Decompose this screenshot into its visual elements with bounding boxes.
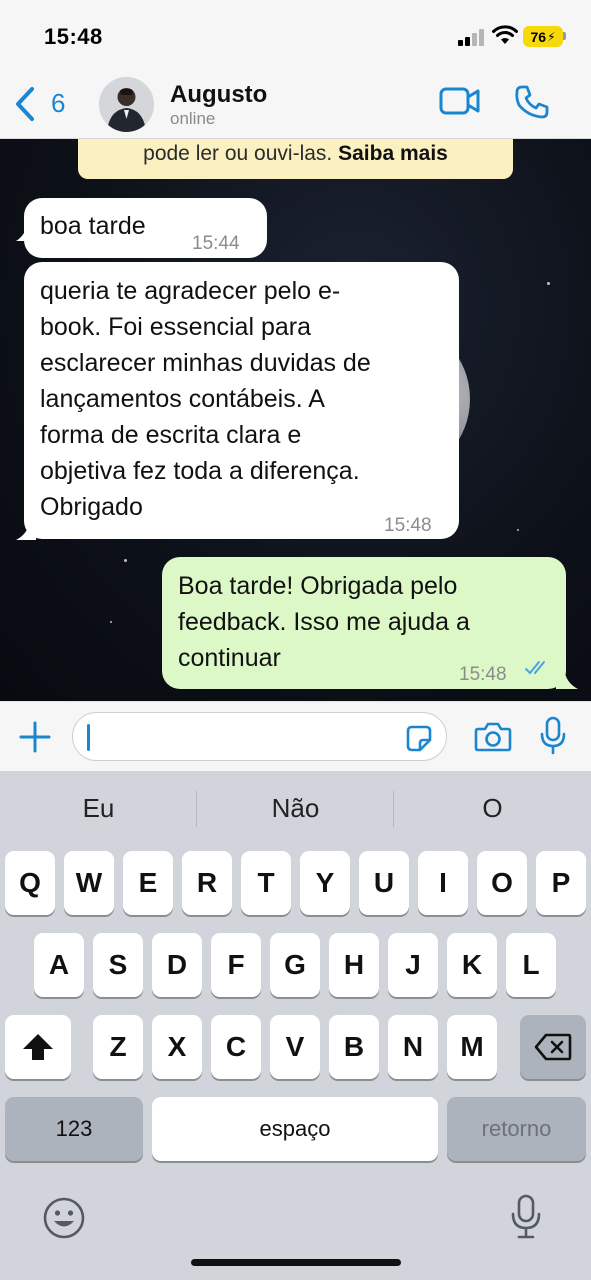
suggestion-item[interactable]: Não bbox=[197, 793, 394, 824]
wifi-icon bbox=[492, 25, 518, 44]
key-o[interactable]: O bbox=[477, 851, 527, 915]
emoji-icon[interactable] bbox=[42, 1196, 86, 1240]
home-indicator bbox=[191, 1259, 401, 1266]
backspace-icon bbox=[534, 1033, 572, 1061]
wallpaper-star bbox=[110, 621, 112, 623]
message-bubble-outgoing[interactable]: Boa tarde! Obrigada pelo feedback. Isso … bbox=[162, 557, 566, 689]
plus-icon[interactable] bbox=[18, 720, 52, 754]
key-h[interactable]: H bbox=[329, 933, 379, 997]
read-receipt-icon bbox=[525, 661, 545, 675]
message-line: feedback. Isso me ajuda a bbox=[178, 608, 470, 636]
wallpaper-star bbox=[547, 282, 550, 285]
message-time: 15:48 bbox=[384, 515, 432, 536]
notice-link[interactable]: Saiba mais bbox=[338, 142, 448, 165]
key-p[interactable]: P bbox=[536, 851, 586, 915]
battery-icon: 76 ⚡ bbox=[523, 26, 563, 47]
key-a[interactable]: A bbox=[34, 933, 84, 997]
shift-icon bbox=[23, 1034, 53, 1060]
back-unread-count[interactable]: 6 bbox=[51, 88, 65, 119]
contact-name[interactable]: Augusto bbox=[170, 81, 267, 109]
key-z[interactable]: Z bbox=[93, 1015, 143, 1079]
key-n[interactable]: N bbox=[388, 1015, 438, 1079]
text-caret bbox=[87, 724, 90, 751]
wallpaper-star bbox=[517, 529, 519, 531]
numbers-key[interactable]: 123 bbox=[5, 1097, 143, 1161]
message-bubble-incoming[interactable]: boa tarde 15:44 bbox=[24, 198, 267, 258]
suggestion-item[interactable]: Eu bbox=[0, 793, 197, 824]
key-t[interactable]: T bbox=[241, 851, 291, 915]
message-line: book. Foi essencial para bbox=[40, 313, 311, 341]
keyboard: Eu Não O Q W E R T Y U I O P A S D F G H… bbox=[0, 771, 591, 1280]
key-u[interactable]: U bbox=[359, 851, 409, 915]
message-line: lançamentos contábeis. A bbox=[40, 385, 325, 413]
battery-nub bbox=[563, 32, 566, 40]
predictive-bar: Eu Não O bbox=[0, 771, 591, 845]
key-s[interactable]: S bbox=[93, 933, 143, 997]
camera-icon[interactable] bbox=[474, 721, 512, 753]
return-key[interactable]: retorno bbox=[447, 1097, 586, 1161]
notice-text: pode ler ou ouvi-las. bbox=[143, 142, 333, 165]
key-w[interactable]: W bbox=[64, 851, 114, 915]
key-l[interactable]: L bbox=[506, 933, 556, 997]
message-time: 15:44 bbox=[192, 233, 240, 254]
chat-header: 6 Augusto online bbox=[0, 62, 591, 139]
message-line: objetiva fez toda a diferença. bbox=[40, 457, 360, 485]
key-k[interactable]: K bbox=[447, 933, 497, 997]
key-g[interactable]: G bbox=[270, 933, 320, 997]
microphone-icon[interactable] bbox=[539, 716, 567, 756]
key-c[interactable]: C bbox=[211, 1015, 261, 1079]
key-b[interactable]: B bbox=[329, 1015, 379, 1079]
composer-bar bbox=[0, 701, 591, 771]
back-chevron-icon[interactable] bbox=[14, 86, 36, 122]
message-line: queria te agradecer pelo e- bbox=[40, 277, 341, 305]
video-call-icon[interactable] bbox=[439, 86, 481, 116]
key-d[interactable]: D bbox=[152, 933, 202, 997]
dictation-microphone-icon[interactable] bbox=[510, 1194, 542, 1240]
contact-status: online bbox=[170, 109, 216, 128]
battery-level: 76 bbox=[530, 28, 547, 45]
status-time: 15:48 bbox=[44, 24, 103, 49]
key-j[interactable]: J bbox=[388, 933, 438, 997]
key-v[interactable]: V bbox=[270, 1015, 320, 1079]
space-key[interactable]: espaço bbox=[152, 1097, 438, 1161]
avatar[interactable] bbox=[99, 77, 154, 132]
key-r[interactable]: R bbox=[182, 851, 232, 915]
cellular-signal-icon bbox=[458, 28, 484, 46]
key-y[interactable]: Y bbox=[300, 851, 350, 915]
chat-area[interactable]: pode ler ou ouvi-las. Saiba mais boa tar… bbox=[0, 139, 591, 701]
key-m[interactable]: M bbox=[447, 1015, 497, 1079]
encryption-notice[interactable]: pode ler ou ouvi-las. Saiba mais bbox=[78, 139, 513, 179]
message-bubble-incoming[interactable]: queria te agradecer pelo e- book. Foi es… bbox=[24, 262, 459, 539]
suggestion-item[interactable]: O bbox=[394, 793, 591, 824]
key-x[interactable]: X bbox=[152, 1015, 202, 1079]
key-i[interactable]: I bbox=[418, 851, 468, 915]
message-line: forma de escrita clara e bbox=[40, 421, 302, 449]
message-line: esclarecer minhas duvidas de bbox=[40, 349, 371, 377]
phone-call-icon[interactable] bbox=[514, 84, 550, 120]
message-time: 15:48 bbox=[459, 664, 507, 685]
message-input[interactable] bbox=[72, 712, 447, 761]
wallpaper-star bbox=[124, 559, 127, 562]
key-q[interactable]: Q bbox=[5, 851, 55, 915]
backspace-key[interactable] bbox=[520, 1015, 586, 1079]
key-e[interactable]: E bbox=[123, 851, 173, 915]
shift-key[interactable] bbox=[5, 1015, 71, 1079]
message-line: Obrigado bbox=[40, 493, 143, 521]
key-f[interactable]: F bbox=[211, 933, 261, 997]
sticker-icon[interactable] bbox=[403, 723, 435, 755]
status-bar: 15:48 76 ⚡ bbox=[0, 0, 591, 62]
message-line: Boa tarde! Obrigada pelo bbox=[178, 572, 458, 600]
